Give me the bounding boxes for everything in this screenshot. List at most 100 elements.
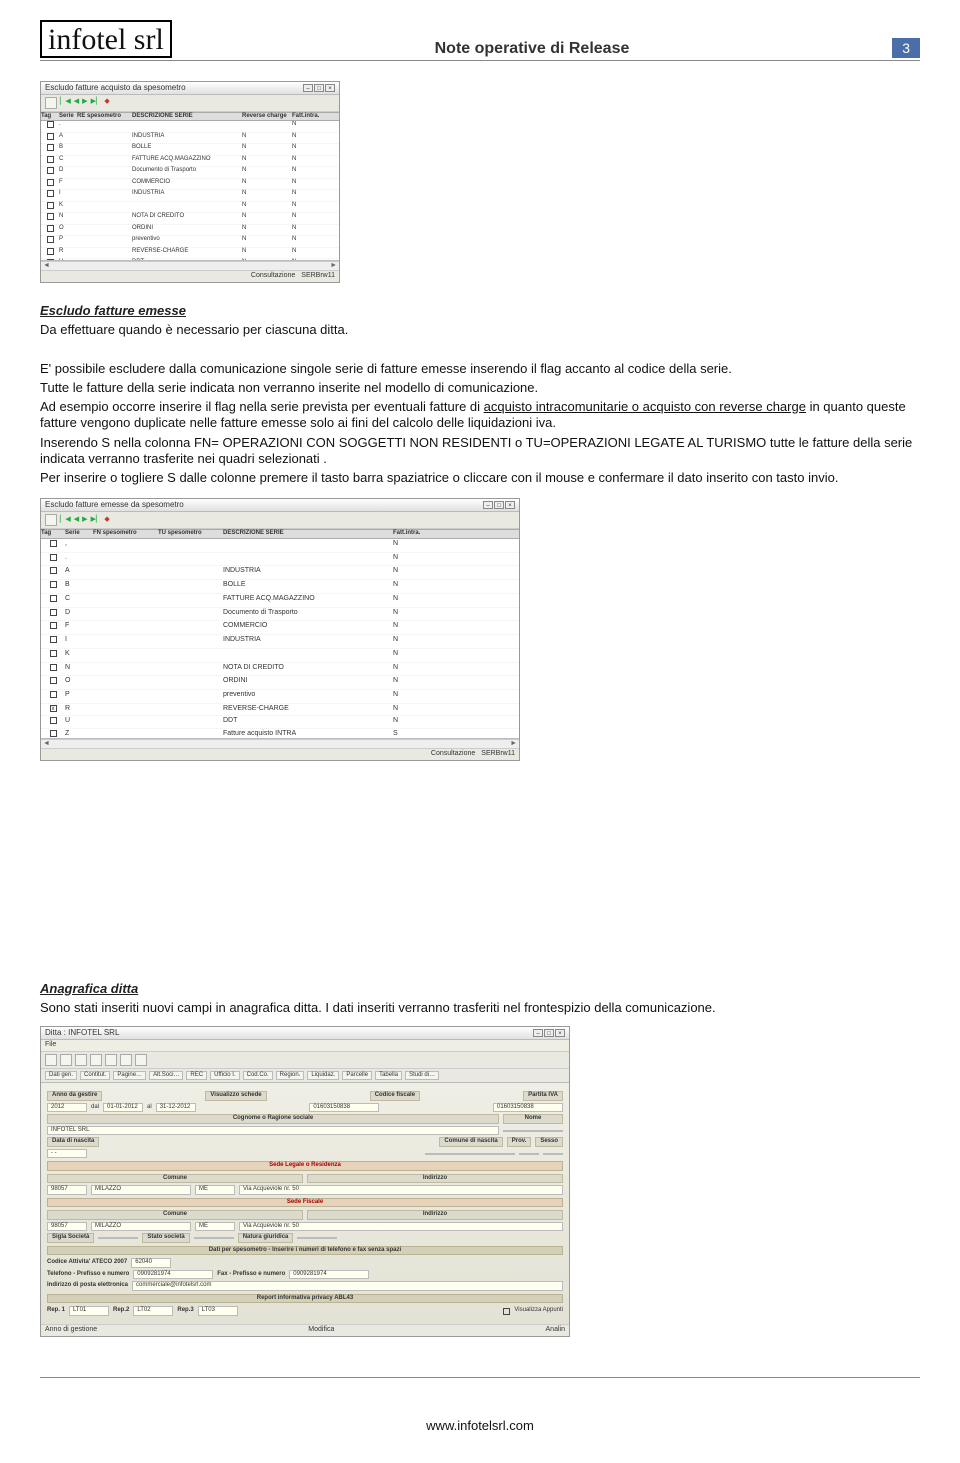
table-row[interactable]: FCOMMERCION [41, 621, 519, 635]
label-cf: Codice fiscale [370, 1091, 420, 1101]
input-natura[interactable] [297, 1237, 337, 1239]
para: Tutte le fatture della serie indicata no… [40, 380, 920, 396]
label-prov: Prov. [507, 1137, 532, 1147]
scrollbar-h[interactable] [41, 261, 339, 270]
table-row[interactable]: OORDININ [41, 676, 519, 690]
input-ateco[interactable]: 62040 [131, 1258, 171, 1268]
para: Per inserire o togliere S dalle colonne … [40, 470, 920, 486]
input-prov[interactable] [519, 1153, 539, 1155]
label-mail: Indirizzo di posta elettronica [47, 1282, 128, 1290]
tab-contitut-[interactable]: Contitut. [80, 1071, 110, 1081]
window-ditta: Ditta : INFOTEL SRL –□× File Dati gen.Co… [40, 1026, 570, 1337]
table-row[interactable]: ,N [41, 539, 519, 553]
tab-parcelle[interactable]: Parcelle [342, 1071, 372, 1081]
table-row[interactable]: AINDUSTRIANN [41, 133, 339, 145]
para: Inserendo S nella colonna FN= OPERAZIONI… [40, 435, 920, 468]
input-dal[interactable]: 01-01-2012 [103, 1103, 143, 1113]
table-row[interactable]: RREVERSE-CHARGEN [41, 704, 519, 716]
table-row[interactable]: UDDTN [41, 716, 519, 730]
input-comune-sf[interactable]: MILAZZO [91, 1222, 191, 1232]
table-row[interactable]: NNOTA DI CREDITONN [41, 213, 339, 225]
toolbar[interactable]: ▏◀◀ ▶▶▏ ◆ [41, 95, 339, 112]
window-controls[interactable]: –□× [482, 500, 515, 510]
table-row[interactable]: .N [41, 553, 519, 567]
input-indirizzo-sf[interactable]: Via Acqueviole nr. 50 [239, 1222, 563, 1232]
table-body[interactable]: .NAINDUSTRIANNBBOLLENNCFATTURE ACQ.MAGAZ… [41, 121, 339, 261]
table-row[interactable]: CFATTURE ACQ.MAGAZZINONN [41, 156, 339, 168]
table-row[interactable]: IINDUSTRIAN [41, 635, 519, 649]
table-body[interactable]: ,N.NAINDUSTRIANBBOLLENCFATTURE ACQ.MAGAZ… [41, 539, 519, 739]
table-row[interactable]: DDocumento di TrasportoN [41, 608, 519, 622]
section-slr: Sede Legale o Residenza [47, 1161, 563, 1171]
table-row[interactable]: OORDININN [41, 225, 339, 237]
input-rep2[interactable]: LT02 [133, 1306, 173, 1316]
input-cap-sf[interactable]: 98057 [47, 1222, 87, 1232]
tab-rec[interactable]: REC [186, 1071, 207, 1081]
input-comune-nascita[interactable] [425, 1153, 515, 1155]
label-stato: Stato società [142, 1233, 189, 1243]
input-prov-sf[interactable]: ME [195, 1222, 235, 1232]
form-area: Anno da gestire Visualizzo schede Codice… [41, 1083, 569, 1324]
tab-region-[interactable]: Region. [276, 1071, 305, 1081]
label-rep3: Rep.3 [177, 1307, 193, 1315]
header-title: Note operative di Release [435, 40, 630, 58]
input-sesso[interactable] [543, 1153, 563, 1155]
tab-pagine-[interactable]: Pagine… [113, 1071, 146, 1081]
section-sf: Sede Fiscale [47, 1198, 563, 1208]
toolbar[interactable] [41, 1052, 569, 1069]
input-tel[interactable]: 0909281974 [133, 1270, 213, 1280]
table-row[interactable]: .N [41, 121, 339, 133]
input-al[interactable]: 31-12-2012 [156, 1103, 196, 1113]
table-row[interactable]: CFATTURE ACQ.MAGAZZINON [41, 594, 519, 608]
table-row[interactable]: IINDUSTRIANN [41, 190, 339, 202]
input-prov2[interactable]: ME [195, 1185, 235, 1195]
table-row[interactable]: NNOTA DI CREDITON [41, 663, 519, 677]
input-fax[interactable]: 0909281974 [289, 1270, 369, 1280]
table-row[interactable]: PpreventivoN [41, 690, 519, 704]
table-row[interactable]: DDocumento di TrasportoNN [41, 167, 339, 179]
table-row[interactable]: RREVERSE-CHARGENN [41, 248, 339, 260]
divider [40, 1377, 920, 1378]
scrollbar-h[interactable] [41, 739, 519, 748]
table-row[interactable]: AINDUSTRIAN [41, 566, 519, 580]
tab-alt-soci-[interactable]: Alt.Soci… [149, 1071, 183, 1081]
section-title-anagrafica: Anagrafica ditta [40, 981, 920, 997]
input-stato[interactable] [194, 1237, 234, 1239]
menu-file[interactable]: File [41, 1040, 569, 1052]
input-cap[interactable]: 98057 [47, 1185, 87, 1195]
tab-ufficio-i-[interactable]: Ufficio I. [210, 1071, 240, 1081]
table-row[interactable]: PpreventivoNN [41, 236, 339, 248]
window-title: Ditta : INFOTEL SRL [45, 1028, 119, 1038]
toolbar[interactable]: ▏◀◀ ▶▶▏ ◆ [41, 512, 519, 529]
input-nascita[interactable]: - - [47, 1149, 87, 1159]
checkbox-appunti[interactable] [503, 1308, 510, 1315]
input-comune[interactable]: MILAZZO [91, 1185, 191, 1195]
tab-studi-di-[interactable]: Studi di… [405, 1071, 439, 1081]
tab-liquidaz-[interactable]: Liquidaz. [307, 1071, 339, 1081]
table-row[interactable]: FCOMMERCIONN [41, 179, 339, 191]
input-cf[interactable]: 01603150838 [309, 1103, 379, 1113]
table-row[interactable]: KN [41, 649, 519, 663]
table-row[interactable]: KNN [41, 202, 339, 214]
label-sesso: Sesso [535, 1137, 563, 1147]
window-controls[interactable]: –□× [532, 1028, 565, 1038]
tab-dati-gen-[interactable]: Dati gen. [45, 1071, 77, 1081]
input-anno[interactable]: 2012 [47, 1103, 87, 1113]
input-rep3[interactable]: LT03 [198, 1306, 238, 1316]
input-nome[interactable] [503, 1130, 563, 1132]
input-indirizzo[interactable]: Via Acqueviole nr. 50 [239, 1185, 563, 1195]
table-row[interactable]: BBOLLEN [41, 580, 519, 594]
label-natura: Natura giuridica [238, 1233, 294, 1243]
window-controls[interactable]: –□× [302, 83, 335, 93]
input-mail[interactable]: commerciale@infotelsrl.com [132, 1281, 563, 1291]
tab-tabella[interactable]: Tabella [375, 1071, 402, 1081]
table-row[interactable]: ZFatture acquisto INTRAS [41, 729, 519, 739]
input-piva[interactable]: 01603150838 [493, 1103, 563, 1113]
input-sigsoc[interactable] [98, 1237, 138, 1239]
label-tel: Telefono - Prefisso e numero [47, 1271, 129, 1279]
input-ragsoc[interactable]: INFOTEL SRL [47, 1126, 499, 1136]
tab-cod-co-[interactable]: Cod.Co. [243, 1071, 273, 1081]
input-rep1[interactable]: LT01 [69, 1306, 109, 1316]
table-row[interactable]: BBOLLENN [41, 144, 339, 156]
tabs-row[interactable]: Dati gen.Contitut.Pagine…Alt.Soci…RECUff… [41, 1069, 569, 1084]
